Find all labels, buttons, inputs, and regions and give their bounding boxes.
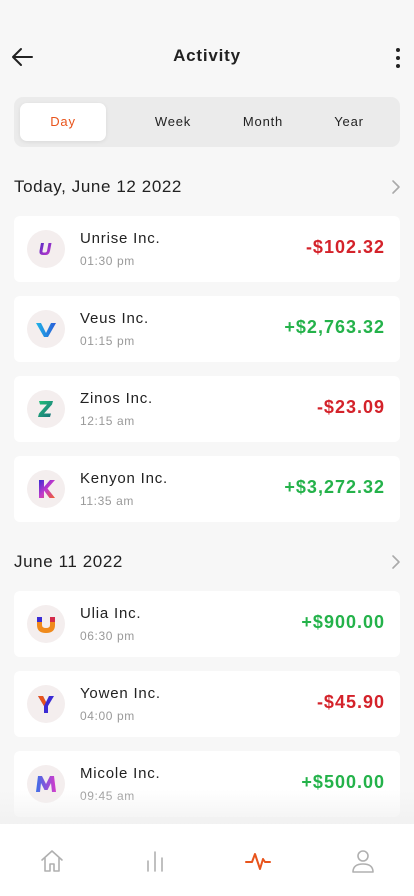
transaction-card[interactable]: Zinos Inc. 12:15 am -$23.09 xyxy=(14,376,400,442)
micole-logo-icon xyxy=(36,776,56,792)
transaction-card[interactable]: Yowen Inc. 04:00 pm -$45.90 xyxy=(14,671,400,737)
unrise-logo-icon xyxy=(39,243,52,255)
transaction-amount: +$3,272.32 xyxy=(284,477,385,497)
transaction-amount: +$900.00 xyxy=(301,612,385,632)
veus-logo-icon xyxy=(36,323,56,337)
transaction-amount: +$500.00 xyxy=(301,772,385,792)
company-logo xyxy=(27,605,65,643)
company-name: Kenyon Inc. xyxy=(80,470,169,487)
transaction-amount: -$45.90 xyxy=(316,692,385,712)
company-name: Unrise Inc. xyxy=(80,230,161,247)
transaction-time: 06:30 pm xyxy=(80,629,135,643)
bar-chart-icon[interactable] xyxy=(142,848,168,874)
kenyon-logo-icon xyxy=(39,480,55,498)
home-icon[interactable] xyxy=(39,848,65,874)
chevron-right-icon[interactable] xyxy=(390,554,402,570)
chevron-right-icon[interactable] xyxy=(390,179,402,195)
transaction-card[interactable]: Kenyon Inc. 11:35 am +$3,272.32 xyxy=(14,456,400,522)
transaction-time: 01:15 pm xyxy=(80,334,135,348)
activity-icon[interactable] xyxy=(245,848,271,874)
company-name: Yowen Inc. xyxy=(80,685,161,702)
period-selector: Day Week Month Year xyxy=(14,97,400,147)
tab-month[interactable]: Month xyxy=(220,103,306,141)
bottom-navigation xyxy=(0,824,414,896)
transaction-amount: -$23.09 xyxy=(316,397,385,417)
company-logo xyxy=(27,230,65,268)
group-title-today: Today, June 12 2022 xyxy=(14,177,182,196)
company-logo xyxy=(27,470,65,508)
company-logo xyxy=(27,310,65,348)
ulia-logo-icon xyxy=(37,617,55,633)
page-title: Activity xyxy=(173,46,241,65)
transaction-card[interactable]: Ulia Inc. 06:30 pm +$900.00 xyxy=(14,591,400,657)
tab-year[interactable]: Year xyxy=(306,103,392,141)
header: Activity xyxy=(0,0,414,100)
transaction-card[interactable]: Unrise Inc. 01:30 pm -$102.32 xyxy=(14,216,400,282)
more-options-icon[interactable] xyxy=(390,44,406,72)
yowen-logo-icon xyxy=(38,696,54,713)
company-logo xyxy=(27,685,65,723)
transaction-time: 11:35 am xyxy=(80,494,134,508)
tab-day[interactable]: Day xyxy=(20,103,106,141)
company-name: Micole Inc. xyxy=(80,765,161,782)
transaction-time: 01:30 pm xyxy=(80,254,135,268)
transaction-time: 09:45 am xyxy=(80,789,135,803)
profile-icon[interactable] xyxy=(350,848,376,874)
transaction-time: 12:15 am xyxy=(80,414,135,428)
group-title-june-11: June 11 2022 xyxy=(14,552,123,571)
transaction-amount: +$2,763.32 xyxy=(284,317,385,337)
company-name: Ulia Inc. xyxy=(80,605,142,622)
company-logo xyxy=(27,390,65,428)
company-name: Zinos Inc. xyxy=(80,390,154,407)
tab-week[interactable]: Week xyxy=(130,103,216,141)
transaction-card[interactable]: Veus Inc. 01:15 pm +$2,763.32 xyxy=(14,296,400,362)
company-name: Veus Inc. xyxy=(80,310,149,327)
zinos-logo-icon xyxy=(38,401,53,417)
transaction-time: 04:00 pm xyxy=(80,709,135,723)
transaction-amount: -$102.32 xyxy=(305,237,385,257)
transaction-card[interactable]: Micole Inc. 09:45 am +$500.00 xyxy=(14,751,400,817)
company-logo xyxy=(27,765,65,803)
